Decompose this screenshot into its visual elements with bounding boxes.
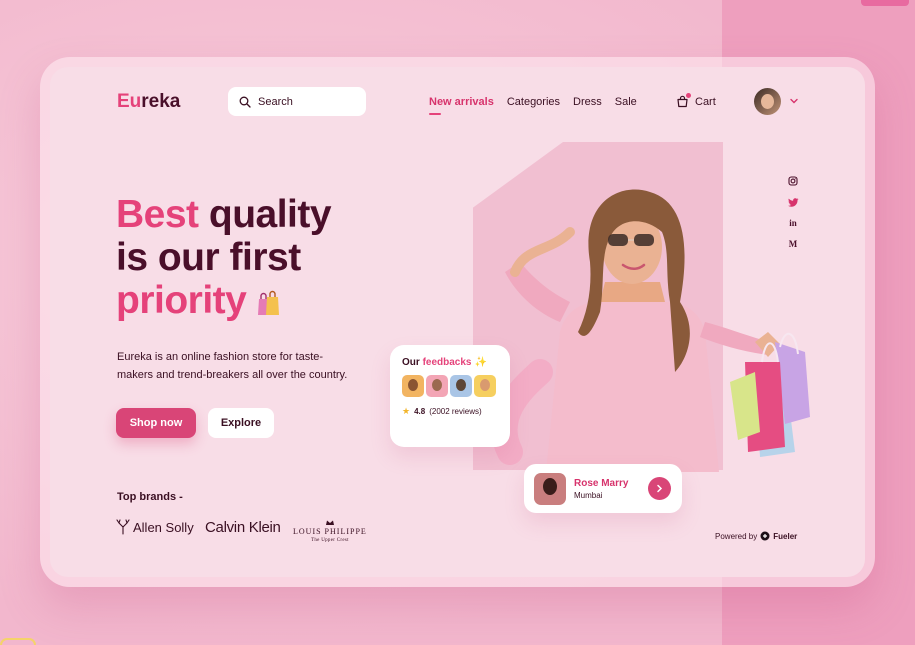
- profile-next-button[interactable]: [648, 477, 671, 500]
- corner-decoration: [861, 0, 909, 6]
- star-icon: ★: [402, 406, 411, 416]
- reviewer-avatar: [402, 375, 424, 397]
- explore-button[interactable]: Explore: [208, 408, 274, 438]
- logo-text: reka: [141, 91, 181, 112]
- cart-notification-dot: [686, 93, 691, 98]
- sparkle-icon: ✨: [474, 357, 487, 368]
- nav-item-categories[interactable]: Categories: [507, 96, 560, 108]
- corner-decoration-bottom: [0, 638, 36, 645]
- search-box[interactable]: [228, 87, 366, 116]
- reviewer-avatar: [426, 375, 448, 397]
- main-nav: New arrivals Categories Dress Sale: [429, 96, 637, 115]
- profile-card[interactable]: Rose Marry Mumbai: [524, 464, 682, 513]
- feedback-title-prefix: Our: [402, 357, 423, 368]
- feedback-title-accent: feedbacks: [422, 357, 472, 368]
- cart-button[interactable]: Cart: [676, 93, 716, 108]
- hero-title-line3: priority: [116, 279, 247, 322]
- linkedin-icon[interactable]: in: [787, 217, 799, 229]
- powered-by[interactable]: Powered by Fueler: [715, 531, 797, 541]
- hero-description: Eureka is an online fashion store for ta…: [117, 351, 348, 381]
- profile-avatar: [534, 472, 566, 505]
- logo[interactable]: Eureka: [117, 91, 180, 113]
- rating-value: 4.8: [414, 407, 426, 416]
- fueler-logo-icon: [760, 531, 770, 541]
- review-count: (2002 reviews): [429, 407, 482, 416]
- brand-calvin-klein[interactable]: Calvin Klein: [205, 519, 281, 536]
- hero-title-line1: quality: [198, 193, 332, 236]
- reviewer-avatar: [474, 375, 496, 397]
- feedback-avatars: [402, 375, 498, 397]
- twitter-icon[interactable]: [787, 196, 799, 208]
- powered-by-prefix: Powered by: [715, 531, 758, 541]
- nav-item-dress[interactable]: Dress: [573, 96, 602, 108]
- feedback-card[interactable]: Our feedbacks ✨ ★ 4.8 (2002 reviews): [390, 345, 510, 447]
- search-input[interactable]: [258, 95, 348, 108]
- hero-title-line2: is our first: [116, 236, 301, 279]
- powered-by-brand: Fueler: [773, 531, 798, 541]
- profile-name: Rose Marry: [574, 477, 629, 489]
- landing-card: Eureka New arrivals Categories Dress Sal…: [50, 67, 865, 577]
- shopping-bag-icon: [258, 290, 280, 315]
- medium-icon[interactable]: M: [787, 238, 799, 250]
- brand-louis-philippe[interactable]: LOUIS PHILIPPE The Upper Crest: [293, 519, 367, 545]
- crown-logo-icon: [325, 520, 334, 525]
- nav-item-sale[interactable]: Sale: [615, 96, 637, 108]
- feedback-title: Our feedbacks ✨: [402, 357, 498, 368]
- chevron-right-icon: [657, 484, 663, 493]
- hero-title: Best quality is our first priority: [116, 193, 332, 322]
- hero-title-accent: Best: [116, 193, 199, 236]
- profile-city: Mumbai: [574, 490, 603, 500]
- brand-allen-text: Allen Solly: [133, 519, 194, 535]
- search-icon: [239, 96, 251, 108]
- chevron-down-icon[interactable]: [789, 96, 799, 106]
- logo-accent: Eu: [117, 91, 142, 112]
- nav-item-new-arrivals[interactable]: New arrivals: [429, 96, 494, 115]
- avatar[interactable]: [754, 88, 781, 115]
- instagram-icon[interactable]: [787, 175, 799, 187]
- reviewer-avatar: [450, 375, 472, 397]
- rating-row: ★ 4.8 (2002 reviews): [402, 406, 498, 417]
- profile-info: Rose Marry Mumbai: [574, 478, 628, 500]
- brand-louis-sub: The Upper Crest: [310, 538, 349, 543]
- antler-logo-icon: [116, 519, 130, 535]
- brand-allen-solly[interactable]: Allen Solly: [116, 519, 194, 535]
- shop-now-button[interactable]: Shop now: [116, 408, 196, 438]
- social-links: in M: [787, 175, 799, 250]
- top-brands-title: Top brands -: [117, 491, 183, 503]
- brand-louis-text: LOUIS PHILIPPE: [293, 527, 367, 536]
- cart-label: Cart: [695, 95, 716, 108]
